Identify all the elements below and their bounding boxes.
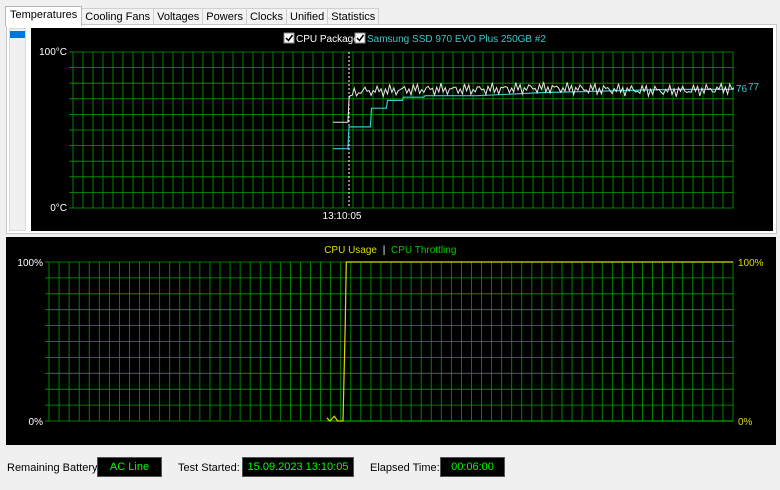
test-started-value: 15.09.2023 13:10:05 [242,457,354,477]
battery-value: AC Line [97,457,162,477]
legend-ssd[interactable]: Samsung SSD 970 EVO Plus 250GB #2 [354,32,546,45]
tab-voltages[interactable]: Voltages [153,8,204,25]
tab-cooling-fans[interactable]: Cooling Fans [81,8,155,25]
temperature-graph: 100°C 0°C 13:10:05 CPU Package Samsung S… [39,32,760,222]
cpu-end-value: 77 [748,82,760,93]
temperature-graph-panel: 100°C 0°C 13:10:05 CPU Package Samsung S… [31,28,773,231]
ssd-legend-label: Samsung SSD 970 EVO Plus 250GB #2 [367,34,546,45]
tab-bar: Temperatures Cooling Fans Voltages Power… [5,6,380,26]
tab-statistics[interactable]: Statistics [327,8,380,25]
battery-label: Remaining Battery: [7,462,101,474]
tab-temperatures[interactable]: Temperatures [5,6,83,26]
temp-y-top-label: 100°C [39,47,67,58]
cpu-package-legend-label: CPU Package [296,34,359,45]
elapsed-time-label: Elapsed Time: [370,462,440,474]
usage-right-top-label: 100% [738,258,764,269]
usage-graph: CPU Usage | CPU Throttling 100% 0% 100% … [17,245,764,428]
tab-powers[interactable]: Powers [202,8,247,25]
ssd-checkbox[interactable] [354,32,366,44]
temp-time-label: 13:10:05 [323,211,362,222]
test-started-label: Test Started: [178,462,240,474]
temp-y-bottom-label: 0°C [50,203,67,214]
legend-cpu-package[interactable]: CPU Package [283,32,359,45]
usage-grid [45,261,734,422]
usage-graph-panel: CPU Usage | CPU Throttling 100% 0% 100% … [6,237,776,445]
tab-unified[interactable]: Unified [286,8,329,25]
elapsed-time-value: 00:06:00 [440,457,505,477]
ssd-end-value: 76 [736,84,748,95]
usage-left-top-label: 100% [17,258,43,269]
temperature-grid [69,51,734,209]
usage-legend-separator: | [383,245,386,256]
cpu-package-checkbox[interactable] [283,32,295,44]
usage-legend-label: CPU Usage [324,245,377,256]
usage-right-bottom-label: 0% [738,417,753,428]
throttling-legend-label: CPU Throttling [391,245,456,256]
hwinfo-sensor-graph-window: Temperatures Cooling Fans Voltages Power… [0,0,780,490]
tab-clocks[interactable]: Clocks [245,8,287,25]
sensor-list-scrollbar[interactable] [9,28,26,231]
scrollbar-thumb[interactable] [10,31,25,38]
usage-left-bottom-label: 0% [29,417,44,428]
